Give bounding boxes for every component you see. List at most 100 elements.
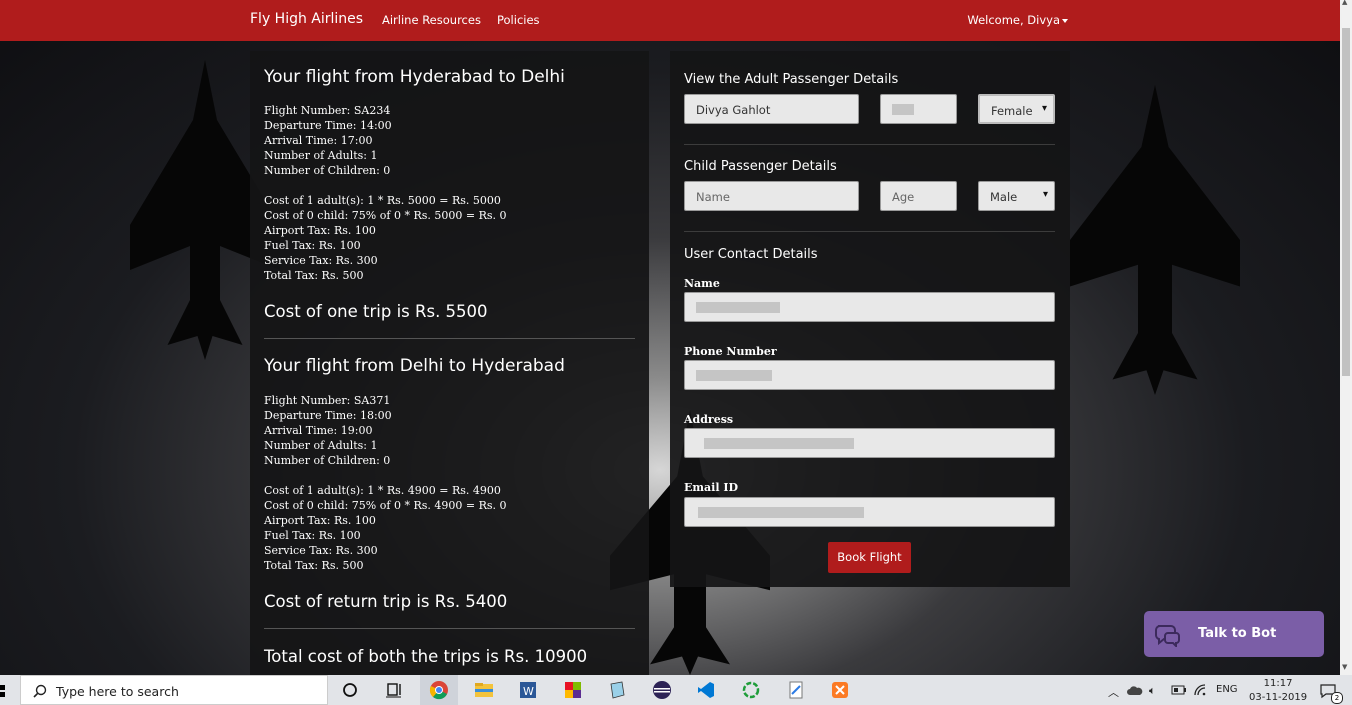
divider (684, 144, 1055, 145)
file-explorer-icon[interactable] (474, 680, 494, 700)
word-icon[interactable]: W (518, 680, 538, 700)
child-gender-value: Male (990, 190, 1018, 204)
onedrive-icon[interactable] (1127, 684, 1143, 696)
trip-title: Your flight from Delhi to Hyderabad (264, 356, 565, 376)
wifi-icon[interactable] (1193, 683, 1207, 697)
fuel-tax: Fuel Tax: Rs. 100 (264, 529, 361, 542)
child-section-title: Child Passenger Details (684, 159, 837, 174)
address-label: Address (684, 413, 734, 426)
child-cost: Cost of 0 child: 75% of 0 * Rs. 5000 = R… (264, 209, 507, 222)
divider (264, 338, 635, 339)
address-input[interactable] (684, 428, 1055, 458)
show-hidden-icons-icon[interactable]: ︿ (1108, 684, 1119, 700)
chat-bubble-icon (1155, 625, 1180, 647)
nav-link-airline-resources[interactable]: Airline Resources (382, 13, 481, 27)
contact-name-value (696, 302, 780, 313)
jet-silhouette-right (1070, 85, 1240, 395)
trip-summary-panel: Your flight from Hyderabad to Delhi Flig… (250, 51, 649, 675)
divider (684, 231, 1055, 232)
airport-tax: Airport Tax: Rs. 100 (264, 224, 376, 237)
adult-age-input[interactable] (880, 94, 957, 124)
chrome-icon[interactable] (429, 680, 449, 700)
address-value (704, 438, 854, 449)
language-indicator[interactable]: ENG (1216, 684, 1238, 695)
child-name-placeholder: Name (696, 190, 730, 204)
task-view-cortana-icon[interactable] (340, 680, 360, 700)
total-cost: Total cost of both the trips is Rs. 1090… (264, 647, 588, 666)
adult-name-input[interactable]: Divya Gahlot (684, 94, 859, 124)
email-input[interactable] (684, 497, 1055, 527)
fuel-tax: Fuel Tax: Rs. 100 (264, 239, 361, 252)
bot-label: Talk to Bot (1198, 626, 1277, 641)
vscode-icon[interactable] (696, 680, 716, 700)
adult-gender-value: Female (991, 104, 1033, 118)
contact-name-input[interactable] (684, 292, 1055, 322)
eclipse-icon[interactable] (652, 680, 672, 700)
adult-count: Number of Adults: 1 (264, 439, 378, 452)
service-tax: Service Tax: Rs. 300 (264, 544, 378, 557)
talk-to-bot-button[interactable]: Talk to Bot (1144, 611, 1324, 657)
child-age-placeholder: Age (892, 190, 915, 204)
total-tax: Total Tax: Rs. 500 (264, 269, 364, 282)
nav-link-policies[interactable]: Policies (497, 13, 540, 27)
child-age-input[interactable]: Age (880, 181, 957, 211)
email-label: Email ID (684, 481, 739, 494)
trip-title: Your flight from Hyderabad to Delhi (264, 67, 565, 87)
adult-cost: Cost of 1 adult(s): 1 * Rs. 5000 = Rs. 5… (264, 194, 501, 207)
search-icon (33, 684, 47, 698)
start-tile (0, 692, 5, 697)
brand-link[interactable]: Fly High Airlines (250, 11, 363, 27)
child-name-input[interactable]: Name (684, 181, 859, 211)
notification-count-badge: 2 (1331, 692, 1343, 704)
search-placeholder: Type here to search (56, 684, 179, 699)
phone-input[interactable] (684, 360, 1055, 390)
notes-app-icon[interactable] (607, 680, 627, 700)
departure-time: Departure Time: 18:00 (264, 409, 392, 422)
adult-name-value: Divya Gahlot (696, 103, 771, 117)
volume-icon[interactable]: 🔈︎ (1149, 684, 1156, 698)
sync-app-icon[interactable] (741, 680, 761, 700)
divider (264, 628, 635, 629)
clock-time: 11:17 (1263, 678, 1293, 689)
scroll-up-arrow-icon[interactable]: ▲ (1342, 0, 1347, 6)
top-navbar: Fly High Airlines Airline Resources Poli… (0, 0, 1340, 41)
airport-tax: Airport Tax: Rs. 100 (264, 514, 376, 527)
adult-cost: Cost of 1 adult(s): 1 * Rs. 4900 = Rs. 4… (264, 484, 501, 497)
arrival-time: Arrival Time: 17:00 (264, 134, 373, 147)
departure-time: Departure Time: 14:00 (264, 119, 392, 132)
task-view-icon[interactable] (384, 680, 404, 700)
arrival-time: Arrival Time: 19:00 (264, 424, 373, 437)
child-count: Number of Children: 0 (264, 164, 391, 177)
child-gender-select[interactable]: Male (978, 181, 1055, 211)
book-flight-button[interactable]: Book Flight (828, 542, 911, 573)
editor-app-icon[interactable] (786, 680, 806, 700)
adult-age-value (892, 104, 914, 115)
caret-down-icon (1062, 18, 1068, 23)
page-scrollbar[interactable]: ▲ ▼ (1340, 0, 1352, 675)
taskbar-clock[interactable]: 11:17 03-11-2019 (1249, 677, 1307, 705)
scroll-down-arrow-icon[interactable]: ▼ (1342, 663, 1347, 671)
user-menu[interactable]: Welcome, Divya (967, 13, 1068, 27)
clock-date: 03-11-2019 (1249, 692, 1308, 703)
battery-icon[interactable] (1171, 685, 1187, 695)
taskbar-search-box[interactable]: Type here to search (20, 675, 328, 705)
adult-gender-select[interactable]: Female (978, 94, 1055, 124)
email-value (698, 507, 864, 518)
welcome-text: Welcome, Divya (967, 13, 1060, 27)
colorful-app-icon[interactable] (563, 680, 583, 700)
adult-section-title: View the Adult Passenger Details (684, 72, 899, 87)
svg-text:W: W (523, 685, 534, 698)
child-cost: Cost of 0 child: 75% of 0 * Rs. 4900 = R… (264, 499, 507, 512)
xampp-icon[interactable] (830, 680, 850, 700)
start-tile (0, 685, 5, 690)
adult-count: Number of Adults: 1 (264, 149, 378, 162)
trip-cost: Cost of return trip is Rs. 5400 (264, 592, 508, 611)
phone-label: Phone Number (684, 345, 777, 358)
scroll-thumb[interactable] (1342, 28, 1350, 376)
name-label: Name (684, 277, 720, 290)
total-tax: Total Tax: Rs. 500 (264, 559, 364, 572)
windows-taskbar: Type here to search W ︿ 🔈︎ ENG 11:17 03-… (0, 675, 1352, 705)
windows-start-icon[interactable] (0, 675, 14, 705)
child-count: Number of Children: 0 (264, 454, 391, 467)
flight-number: Flight Number: SA234 (264, 104, 391, 117)
